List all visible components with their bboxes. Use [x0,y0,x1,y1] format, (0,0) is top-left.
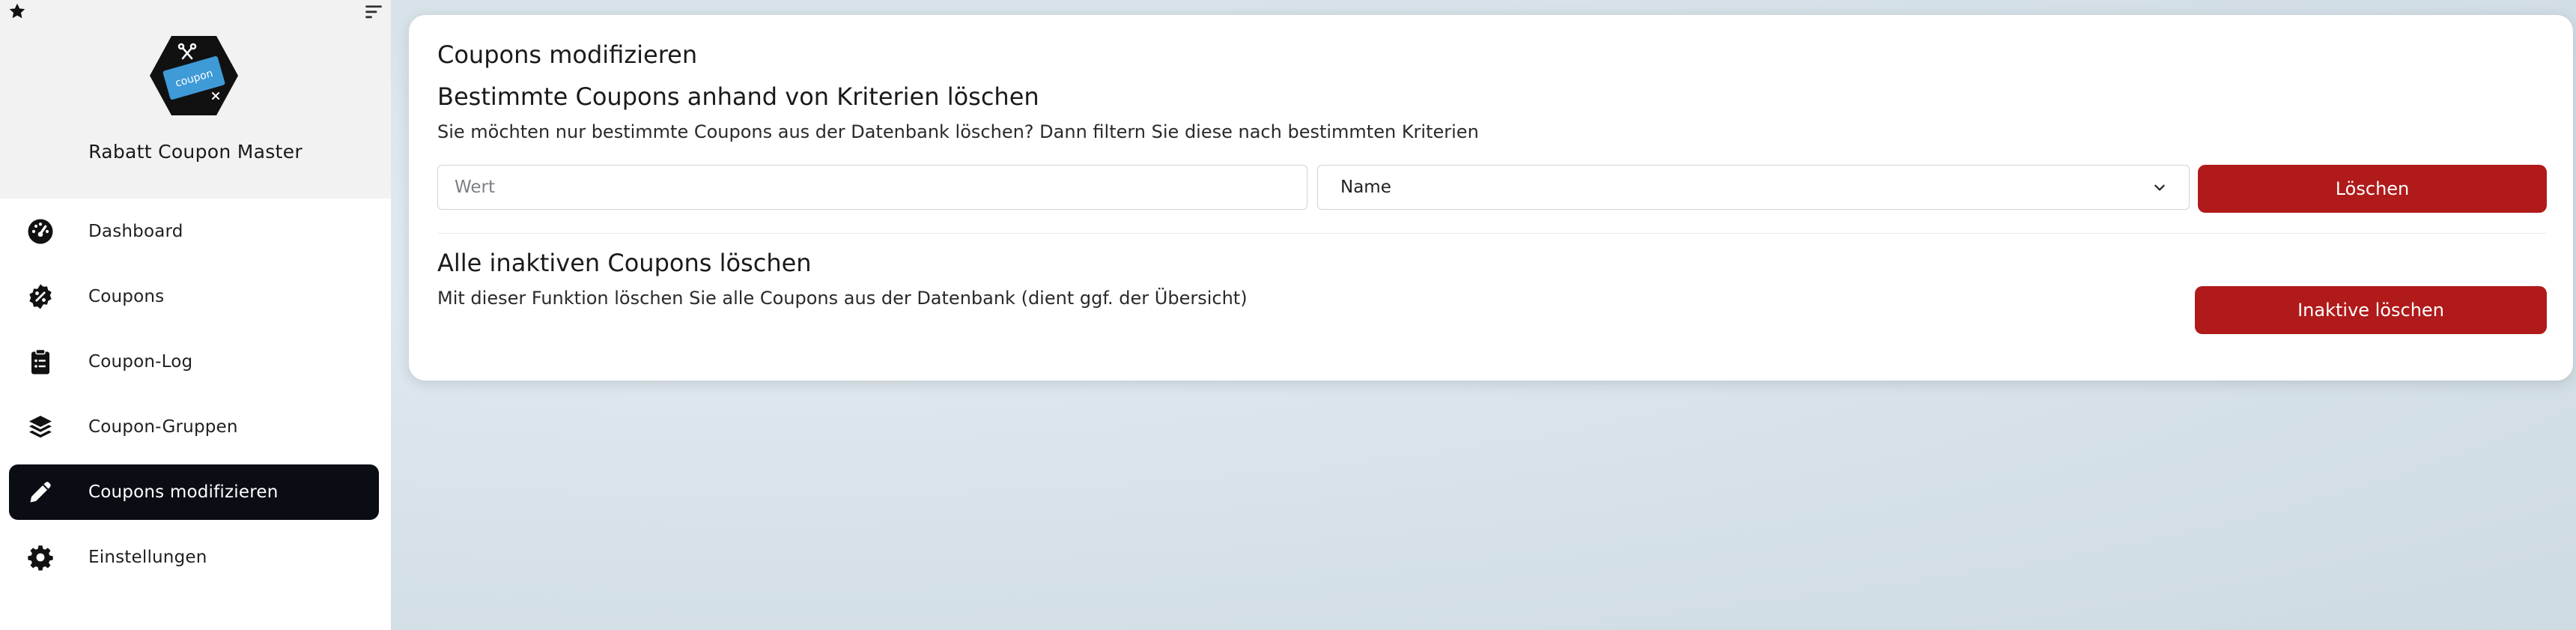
sidebar-item-label: Einstellungen [88,548,207,567]
sidebar-item-label: Coupon-Gruppen [88,417,238,437]
gauge-icon [28,219,53,244]
chevron-down-icon [2154,184,2165,191]
sidebar-item-label: Coupons [88,287,165,306]
sidebar-item-dashboard[interactable]: Dashboard [9,204,379,259]
sidebar-item-einstellungen[interactable]: Einstellungen [9,530,379,585]
percent-badge-icon [29,284,52,309]
gear-icon [28,545,53,571]
layers-icon [29,416,52,438]
pencil-icon [30,482,51,503]
value-input[interactable] [437,165,1307,210]
sidebar-item-label: Coupon-Log [88,352,193,372]
filter-section-description: Sie möchten nur bestimmte Coupons aus de… [437,121,1479,142]
sidebar-item-label: Dashboard [88,222,183,241]
section-divider [437,233,2547,234]
sort-lines-icon[interactable] [364,3,383,21]
inactive-section-title: Alle inaktiven Coupons löschen [437,249,812,277]
sidebar-header: coupon Rabatt Coupon Master [0,0,391,199]
sidebar-item-coupon-log[interactable]: Coupon-Log [9,334,379,390]
criteria-select-value: Name [1340,178,1391,197]
filter-section-title: Bestimmte Coupons anhand von Kriterien l… [437,82,1039,111]
sidebar-item-coupon-gruppen[interactable]: Coupon-Gruppen [9,399,379,455]
sidebar-nav: Dashboard Coupons Coupon-Log Coupon-Grup… [9,204,379,595]
criteria-select[interactable]: Name [1317,165,2190,210]
sidebar-item-coupons[interactable]: Coupons [9,269,379,324]
inactive-section-description: Mit dieser Funktion löschen Sie alle Cou… [437,288,1248,309]
coupons-modify-card: Coupons modifizieren Bestimmte Coupons a… [409,15,2573,381]
coupon-logo: coupon [150,36,238,115]
clipboard-list-icon [31,348,49,375]
sidebar-item-coupons-modifizieren[interactable]: Coupons modifizieren [9,464,379,520]
sidebar: coupon Rabatt Coupon Master Dashboard Co… [0,0,391,630]
sidebar-item-label: Coupons modifizieren [88,482,279,502]
delete-inactive-button[interactable]: Inaktive löschen [2195,286,2547,334]
star-icon[interactable] [7,1,27,21]
brand-name: Rabatt Coupon Master [88,141,303,163]
delete-button[interactable]: Löschen [2198,165,2547,213]
page-title: Coupons modifizieren [437,40,698,69]
